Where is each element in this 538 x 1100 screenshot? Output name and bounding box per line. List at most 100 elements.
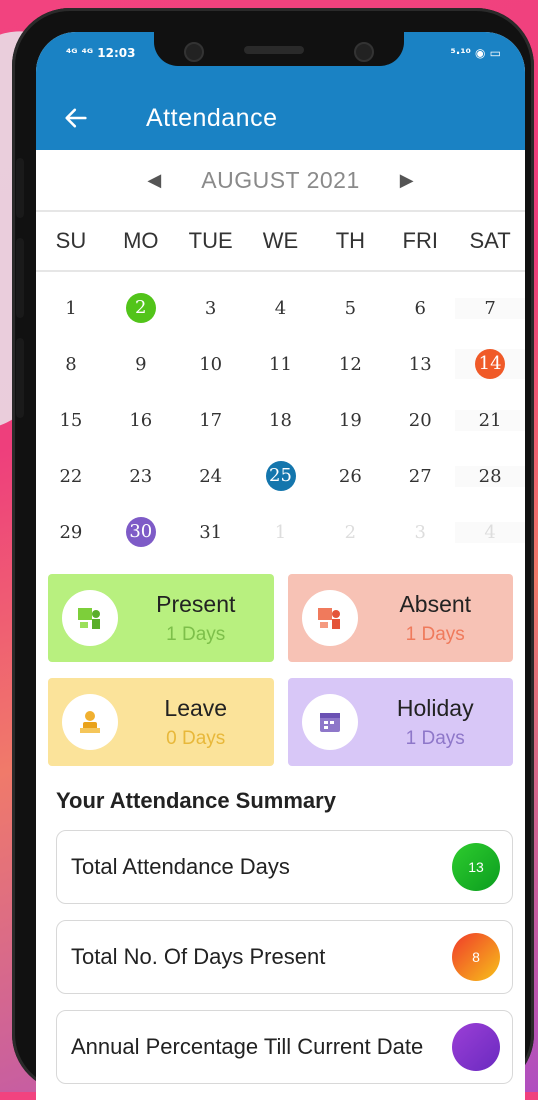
day-number: 16 bbox=[129, 409, 153, 431]
status-left: ⁴ᴳ ⁴ᴳ 12:03 bbox=[66, 46, 136, 60]
day-number: 26 bbox=[338, 465, 362, 487]
card-absent[interactable]: Absent 1 Days bbox=[287, 574, 514, 662]
card-present[interactable]: Present 1 Days bbox=[48, 574, 274, 662]
speaker-grill bbox=[244, 46, 304, 54]
next-month-icon[interactable]: ▶ bbox=[400, 170, 414, 191]
calendar-day[interactable]: 21 bbox=[455, 409, 525, 431]
summary-badge bbox=[452, 1023, 500, 1071]
calendar-grid: 1 2 3 4 5 6 7 8 9 10 11 12 13 14 15 16 17 18 19 20 21 22 23 24 2… bbox=[36, 272, 525, 560]
calendar-day[interactable]: 26 bbox=[315, 466, 385, 487]
calendar-day: 2 bbox=[315, 522, 385, 543]
day-number: 2 bbox=[344, 521, 357, 543]
calendar-day[interactable]: 12 bbox=[315, 354, 385, 375]
day-number: 10 bbox=[199, 353, 223, 375]
day-number: 22 bbox=[59, 465, 83, 487]
calendar-week: 8 9 10 11 12 13 14 bbox=[36, 336, 525, 392]
calendar-day[interactable]: 5 bbox=[315, 298, 385, 319]
calendar-day[interactable]: 28 bbox=[455, 465, 525, 487]
day-number: 24 bbox=[199, 465, 223, 487]
calendar-day[interactable]: 24 bbox=[176, 466, 246, 487]
calendar-day-present[interactable]: 2 bbox=[106, 293, 176, 323]
day-number: 1 bbox=[65, 297, 77, 319]
day-number: 2 bbox=[125, 293, 156, 323]
day-number: 25 bbox=[265, 461, 296, 491]
day-number: 17 bbox=[199, 409, 223, 431]
calendar-day[interactable]: 13 bbox=[385, 354, 455, 375]
calendar-day[interactable]: 6 bbox=[385, 298, 455, 319]
weekday-label: MO bbox=[123, 228, 159, 253]
day-number: 21 bbox=[478, 409, 502, 431]
day-number: 18 bbox=[269, 409, 292, 431]
calendar-day[interactable]: 8 bbox=[36, 354, 106, 375]
weekday-label: TH bbox=[335, 228, 366, 253]
card-count: 0 Days bbox=[166, 727, 226, 749]
calendar-day[interactable]: 23 bbox=[106, 466, 176, 487]
calendar-day[interactable]: 20 bbox=[385, 410, 455, 431]
calendar-day[interactable]: 10 bbox=[176, 354, 246, 375]
day-number: 1 bbox=[274, 521, 287, 543]
day-number: 3 bbox=[204, 297, 217, 319]
camera-notch bbox=[154, 32, 404, 66]
month-navigator: ◀ AUGUST 2021 ▶ bbox=[36, 150, 525, 212]
card-holiday[interactable]: Holiday 1 Days bbox=[287, 678, 513, 766]
weekday-label: WE bbox=[262, 228, 299, 253]
summary-row: Total No. Of Days Present 8 bbox=[56, 920, 513, 994]
calendar-week: 1 2 3 4 5 6 7 bbox=[36, 280, 525, 336]
calendar-day[interactable]: 18 bbox=[246, 410, 316, 431]
day-number: 5 bbox=[344, 297, 357, 319]
calendar-day[interactable]: 27 bbox=[385, 466, 455, 487]
calendar-day[interactable]: 29 bbox=[36, 522, 106, 543]
calendar-day[interactable]: 15 bbox=[36, 410, 106, 431]
calendar-day[interactable]: 1 bbox=[36, 298, 106, 319]
camera-icon bbox=[354, 42, 374, 62]
weekday-header: SU MO TUE WE TH FRI SAT bbox=[36, 212, 525, 272]
calendar-day[interactable]: 22 bbox=[36, 466, 106, 487]
card-leave[interactable]: Leave 0 Days bbox=[48, 678, 274, 766]
day-number: 28 bbox=[478, 465, 502, 487]
day-number: 6 bbox=[414, 297, 426, 319]
day-number: 30 bbox=[125, 517, 156, 547]
attendance-cards: Present 1 Days Absent 1 Days Leave 0 Days Holi… bbox=[36, 560, 525, 766]
card-title: Absent bbox=[399, 590, 472, 617]
prev-month-icon[interactable]: ◀ bbox=[147, 170, 161, 191]
calendar-day[interactable]: 4 bbox=[246, 298, 316, 319]
weekday-label: FRI bbox=[402, 228, 438, 253]
summary-label: Total No. Of Days Present bbox=[71, 944, 326, 969]
card-title: Present bbox=[156, 590, 236, 617]
calendar-day[interactable]: 19 bbox=[315, 410, 385, 431]
summary-title: Your Attendance Summary bbox=[56, 788, 336, 813]
card-text: Present 1 Days bbox=[118, 591, 274, 646]
present-icon bbox=[62, 590, 118, 646]
day-number: 31 bbox=[199, 521, 223, 543]
holiday-icon bbox=[301, 694, 358, 750]
leave-icon bbox=[62, 694, 118, 750]
calendar-day[interactable]: 9 bbox=[106, 354, 176, 375]
calendar-day[interactable]: 3 bbox=[176, 298, 246, 319]
calendar-day[interactable]: 16 bbox=[106, 410, 176, 431]
day-number: 23 bbox=[129, 465, 153, 487]
absent-icon bbox=[301, 590, 358, 646]
calendar-week: 29 30 31 1 2 3 4 bbox=[36, 504, 525, 560]
back-arrow-icon[interactable] bbox=[62, 104, 90, 132]
calendar-day[interactable]: 11 bbox=[246, 354, 316, 375]
summary-badge: 8 bbox=[452, 933, 500, 981]
calendar-day-today[interactable]: 25 bbox=[246, 461, 316, 491]
card-text: Absent 1 Days bbox=[358, 591, 514, 646]
card-text: Leave 0 Days bbox=[118, 695, 274, 750]
calendar-day: 1 bbox=[246, 522, 316, 543]
calendar-day[interactable]: 31 bbox=[176, 522, 246, 543]
day-number: 19 bbox=[338, 409, 362, 431]
status-right: ⁵·¹⁰ ◉ ▭ bbox=[450, 46, 502, 60]
weekday-label: SAT bbox=[469, 228, 511, 253]
calendar-day[interactable]: 7 bbox=[455, 297, 525, 319]
month-label: AUGUST 2021 bbox=[201, 166, 360, 193]
calendar-day-holiday[interactable]: 30 bbox=[106, 517, 176, 547]
weekday-label: SU bbox=[55, 228, 87, 253]
status-bar: ⁴ᴳ ⁴ᴳ 12:03 ⁵·¹⁰ ◉ ▭ bbox=[36, 32, 525, 90]
app-screen: ⁴ᴳ ⁴ᴳ 12:03 ⁵·¹⁰ ◉ ▭ Attendance ◀ AUGUST… bbox=[36, 32, 525, 1100]
card-count: 1 Days bbox=[166, 623, 226, 645]
app-bar: Attendance bbox=[36, 86, 525, 150]
day-number: 11 bbox=[269, 353, 292, 375]
calendar-day[interactable]: 17 bbox=[176, 410, 246, 431]
calendar-day-absent[interactable]: 14 bbox=[455, 349, 525, 379]
